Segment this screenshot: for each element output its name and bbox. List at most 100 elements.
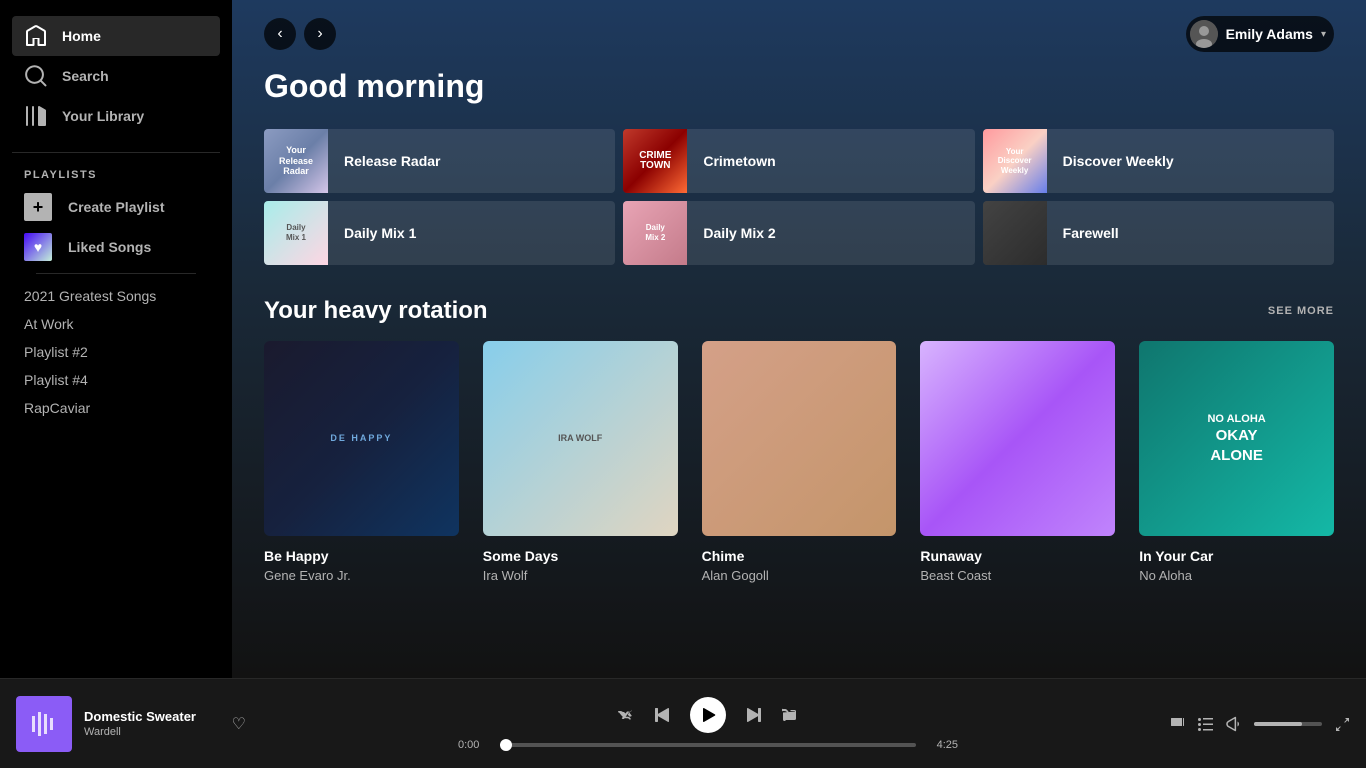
playlist-item-4[interactable]: Playlist #4 bbox=[24, 366, 208, 394]
forward-button[interactable]: › bbox=[304, 18, 336, 50]
sidebar-item-home-label: Home bbox=[62, 28, 101, 44]
sidebar-item-search-label: Search bbox=[62, 68, 109, 84]
quick-item-daily-mix-2[interactable]: DailyMix 2 Daily Mix 2 bbox=[623, 201, 974, 265]
card-be-happy[interactable]: DE HAPPY ▶ Be Happy Gene Evaro Jr. bbox=[264, 341, 459, 583]
sidebar-nav: Home Search Your Library bbox=[0, 8, 232, 144]
back-button[interactable]: ‹ bbox=[264, 18, 296, 50]
create-playlist-label: Create Playlist bbox=[68, 199, 165, 215]
quick-item-release-radar[interactable]: YourReleaseRadar Release Radar bbox=[264, 129, 615, 193]
volume-fill bbox=[1254, 722, 1302, 726]
topbar: ‹ › Emily Adams ▾ bbox=[232, 0, 1366, 68]
user-name: Emily Adams bbox=[1226, 26, 1313, 42]
see-more-button[interactable]: SEE MORE bbox=[1268, 305, 1334, 317]
playbar-controls: 0:00 4:25 bbox=[262, 697, 1154, 751]
user-profile-button[interactable]: Emily Adams ▾ bbox=[1186, 16, 1334, 52]
volume-button[interactable] bbox=[1226, 716, 1242, 732]
crimetown-label: Crimetown bbox=[687, 153, 791, 169]
farewell-art bbox=[983, 201, 1047, 265]
time-total: 4:25 bbox=[926, 739, 958, 751]
sidebar-item-library[interactable]: Your Library bbox=[12, 96, 220, 136]
home-icon bbox=[24, 24, 48, 48]
control-buttons bbox=[618, 697, 798, 733]
release-radar-art: YourReleaseRadar bbox=[264, 129, 328, 193]
playlist-item-3[interactable]: Playlist #2 bbox=[24, 338, 208, 366]
quick-item-farewell[interactable]: Farewell bbox=[983, 201, 1334, 265]
previous-button[interactable] bbox=[654, 707, 670, 723]
queue-button[interactable] bbox=[1198, 716, 1214, 732]
main-content: ‹ › Emily Adams ▾ Good mornin bbox=[232, 0, 1366, 678]
playbar: Domestic Sweater Wardell ♡ bbox=[0, 678, 1366, 768]
create-playlist-button[interactable]: + Create Playlist bbox=[24, 193, 208, 221]
repeat-button[interactable] bbox=[782, 707, 798, 723]
quick-access-grid: YourReleaseRadar Release Radar CRIMETOWN… bbox=[264, 129, 1334, 265]
playlists-label: PLAYLISTS bbox=[24, 169, 208, 181]
discover-weekly-label: Discover Weekly bbox=[1047, 153, 1190, 169]
next-button[interactable] bbox=[746, 707, 762, 723]
card-be-happy-img-wrap: DE HAPPY ▶ bbox=[264, 341, 459, 536]
track-thumbnail bbox=[16, 696, 72, 752]
fullscreen-button[interactable] bbox=[1334, 716, 1350, 732]
quick-item-daily-mix-1[interactable]: DailyMix 1 Daily Mix 1 bbox=[264, 201, 615, 265]
lyrics-button[interactable] bbox=[1170, 716, 1186, 732]
create-playlist-icon: + bbox=[24, 193, 52, 221]
library-icon bbox=[24, 104, 48, 128]
playlist-item-2[interactable]: At Work bbox=[24, 310, 208, 338]
liked-songs-label: Liked Songs bbox=[68, 239, 151, 255]
daily-mix-1-label: Daily Mix 1 bbox=[328, 225, 432, 241]
card-be-happy-title: Be Happy bbox=[264, 548, 459, 564]
card-runaway[interactable]: ▶ Runaway Beast Coast bbox=[920, 341, 1115, 583]
card-chime-title: Chime bbox=[702, 548, 897, 564]
playlist-item-1[interactable]: 2021 Greatest Songs bbox=[24, 282, 208, 310]
playlists-section: PLAYLISTS + Create Playlist ♥ Liked Song… bbox=[0, 161, 232, 430]
card-in-your-car-title: In Your Car bbox=[1139, 548, 1334, 564]
playbar-track-info: Domestic Sweater Wardell ♡ bbox=[16, 696, 246, 752]
nav-buttons: ‹ › bbox=[264, 18, 336, 50]
cards-row: DE HAPPY ▶ Be Happy Gene Evaro Jr. IRA W… bbox=[264, 341, 1334, 583]
daily-mix-2-label: Daily Mix 2 bbox=[687, 225, 791, 241]
play-pause-button[interactable] bbox=[690, 697, 726, 733]
sidebar-item-home[interactable]: Home bbox=[12, 16, 220, 56]
quick-item-crimetown[interactable]: CRIMETOWN Crimetown bbox=[623, 129, 974, 193]
page-title: Good morning bbox=[264, 68, 1334, 105]
card-chime-img-wrap: ▶ bbox=[702, 341, 897, 536]
card-in-your-car[interactable]: NO ALOHAOKAYALONE ▶ In Your Car No Aloha bbox=[1139, 341, 1334, 583]
like-button[interactable]: ♡ bbox=[232, 714, 246, 734]
card-runaway-img-wrap: ▶ bbox=[920, 341, 1115, 536]
track-info: Domestic Sweater Wardell bbox=[84, 709, 220, 738]
card-chime[interactable]: ▶ Chime Alan Gogoll bbox=[702, 341, 897, 583]
liked-songs-icon: ♥ bbox=[24, 233, 52, 261]
card-in-your-car-img-wrap: NO ALOHAOKAYALONE ▶ bbox=[1139, 341, 1334, 536]
liked-songs-button[interactable]: ♥ Liked Songs bbox=[24, 233, 208, 261]
card-some-days[interactable]: IRA WOLF ▶ Some Days Ira Wolf bbox=[483, 341, 678, 583]
sidebar-item-search[interactable]: Search bbox=[12, 56, 220, 96]
card-some-days-title: Some Days bbox=[483, 548, 678, 564]
card-some-days-artist: Ira Wolf bbox=[483, 568, 678, 583]
search-icon bbox=[24, 64, 48, 88]
card-some-days-img-wrap: IRA WOLF ▶ bbox=[483, 341, 678, 536]
progress-bar-wrap: 0:00 4:25 bbox=[458, 739, 958, 751]
heavy-rotation-title: Your heavy rotation bbox=[264, 297, 488, 325]
card-runaway-title: Runaway bbox=[920, 548, 1115, 564]
discover-weekly-art: YourDiscoverWeekly bbox=[983, 129, 1047, 193]
playlist-item-5[interactable]: RapCaviar bbox=[24, 394, 208, 422]
sidebar-divider-2 bbox=[36, 273, 196, 274]
playlist-list: 2021 Greatest Songs At Work Playlist #2 … bbox=[24, 282, 208, 422]
sidebar: Home Search Your Library bbox=[0, 0, 232, 678]
volume-bar[interactable] bbox=[1254, 722, 1322, 726]
daily-mix-2-art: DailyMix 2 bbox=[623, 201, 687, 265]
back-icon: ‹ bbox=[277, 25, 282, 43]
avatar bbox=[1190, 20, 1218, 48]
progress-bar[interactable] bbox=[500, 743, 916, 747]
shuffle-button[interactable] bbox=[618, 707, 634, 723]
card-be-happy-artist: Gene Evaro Jr. bbox=[264, 568, 459, 583]
card-chime-artist: Alan Gogoll bbox=[702, 568, 897, 583]
sidebar-item-library-label: Your Library bbox=[62, 108, 144, 124]
crimetown-art: CRIMETOWN bbox=[623, 129, 687, 193]
quick-item-discover-weekly[interactable]: YourDiscoverWeekly Discover Weekly bbox=[983, 129, 1334, 193]
page-content: Good morning YourReleaseRadar Release Ra… bbox=[232, 68, 1366, 615]
daily-mix-1-art: DailyMix 1 bbox=[264, 201, 328, 265]
time-current: 0:00 bbox=[458, 739, 490, 751]
farewell-label: Farewell bbox=[1047, 225, 1135, 241]
heavy-rotation-header: Your heavy rotation SEE MORE bbox=[264, 297, 1334, 325]
sidebar-divider-1 bbox=[12, 152, 220, 153]
